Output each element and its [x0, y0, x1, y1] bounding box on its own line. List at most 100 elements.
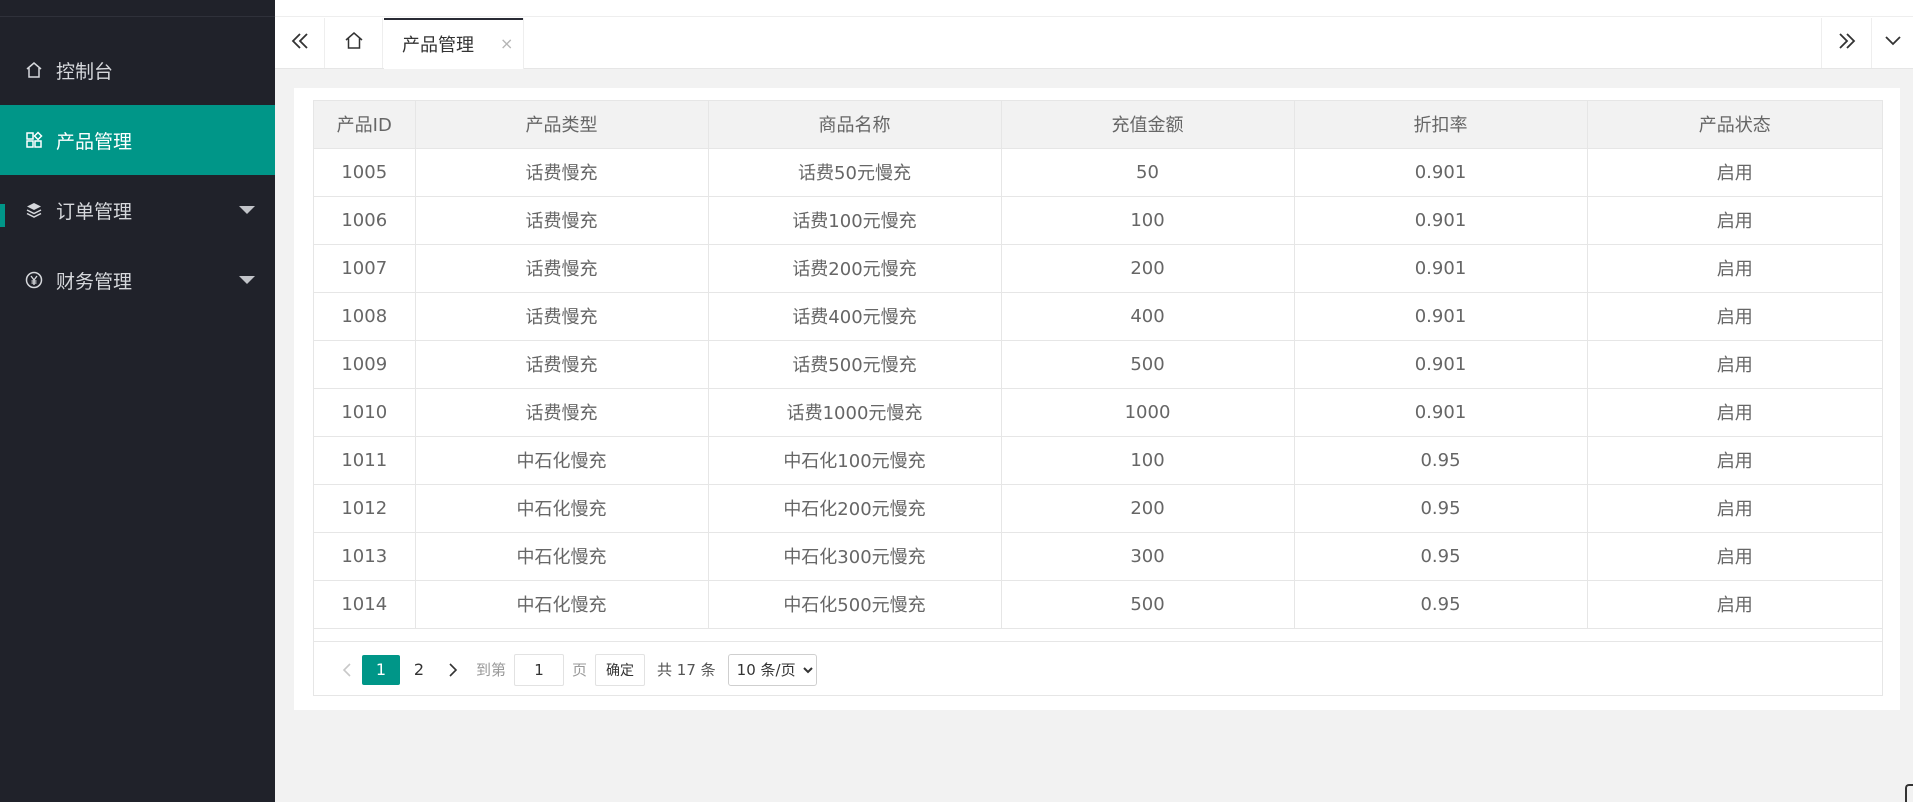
table-cell: 0.95 [1294, 532, 1588, 581]
table-cell: 启用 [1587, 340, 1882, 389]
table-row[interactable]: 1007 话费慢充 话费200元慢充 200 0.901 启用 [314, 244, 1882, 293]
table-cell: 中石化慢充 [415, 580, 709, 629]
goto-confirm-button[interactable]: 确定 [595, 653, 646, 686]
goto-page-input[interactable] [514, 653, 565, 686]
table-cell: 启用 [1587, 244, 1882, 293]
table-cell: 启用 [1587, 532, 1882, 581]
scroll-tabs-left-button[interactable] [275, 18, 325, 68]
table-cell: 0.901 [1294, 148, 1588, 197]
table-cell: 中石化100元慢充 [708, 436, 1002, 485]
chevron-down-icon [1883, 31, 1903, 55]
column-header[interactable]: 产品状态 [1587, 101, 1882, 149]
table-cell: 中石化慢充 [415, 484, 709, 533]
table-row[interactable]: 1009 话费慢充 话费500元慢充 500 0.901 启用 [314, 340, 1882, 389]
column-header[interactable]: 折扣率 [1294, 101, 1588, 149]
sidebar-item-products[interactable]: 产品管理 [0, 105, 275, 175]
table-cell: 话费500元慢充 [708, 340, 1002, 389]
tab-menu-button[interactable] [1871, 18, 1913, 68]
table-cell: 50 [1001, 148, 1295, 197]
page-number[interactable]: 2 [400, 655, 438, 685]
table-cell: 启用 [1587, 388, 1882, 437]
table-cell: 0.95 [1294, 484, 1588, 533]
table-cell: 启用 [1587, 292, 1882, 341]
table-cell: 1009 [314, 340, 416, 389]
table-cell: 0.901 [1294, 292, 1588, 341]
table-cell: 话费400元慢充 [708, 292, 1002, 341]
table-cell: 话费慢充 [415, 292, 709, 341]
table-row[interactable]: 1012 中石化慢充 中石化200元慢充 200 0.95 启用 [314, 484, 1882, 533]
next-page-button[interactable] [438, 655, 468, 685]
table-cell: 启用 [1587, 436, 1882, 485]
layers-icon [22, 198, 46, 222]
table-cell: 1013 [314, 532, 416, 581]
scroll-tabs-right-button[interactable] [1821, 18, 1871, 68]
table-row[interactable]: 1008 话费慢充 话费400元慢充 400 0.901 启用 [314, 292, 1882, 341]
column-header[interactable]: 产品ID [314, 101, 416, 149]
prev-page-button[interactable] [332, 655, 362, 685]
table-cell: 中石化慢充 [415, 532, 709, 581]
page-size-select[interactable]: 10 条/页 [727, 653, 817, 686]
table-cell: 中石化300元慢充 [708, 532, 1002, 581]
goto-prefix-label: 到第 [476, 661, 507, 679]
tab-label: 产品管理 [402, 34, 474, 56]
table-cell: 中石化慢充 [415, 436, 709, 485]
table-cell: 1012 [314, 484, 416, 533]
table-cell: 500 [1001, 580, 1295, 629]
double-chevron-left-icon [290, 31, 310, 55]
table-row[interactable]: 1005 话费慢充 话费50元慢充 50 0.901 启用 [314, 148, 1882, 197]
table-cell: 0.95 [1294, 436, 1588, 485]
table-row[interactable]: 1011 中石化慢充 中石化100元慢充 100 0.95 启用 [314, 436, 1882, 485]
table-cell: 启用 [1587, 580, 1882, 629]
table-cell: 中石化200元慢充 [708, 484, 1002, 533]
tab-bar: 产品管理 × [275, 0, 1913, 69]
table-cell: 400 [1001, 292, 1295, 341]
table-cell: 启用 [1587, 148, 1882, 197]
table-cell: 话费200元慢充 [708, 244, 1002, 293]
table-cell: 300 [1001, 532, 1295, 581]
table-cell: 话费1000元慢充 [708, 388, 1002, 437]
table-cell: 1007 [314, 244, 416, 293]
chevron-down-icon [239, 206, 255, 214]
table-cell: 200 [1001, 244, 1295, 293]
active-marker [0, 204, 5, 227]
resize-handle[interactable] [1905, 784, 1913, 802]
sidebar-item-finance[interactable]: 财务管理 [0, 245, 275, 315]
table-cell: 话费慢充 [415, 340, 709, 389]
table-row[interactable]: 1013 中石化慢充 中石化300元慢充 300 0.95 启用 [314, 532, 1882, 581]
table-cell: 话费50元慢充 [708, 148, 1002, 197]
page-number-current[interactable]: 1 [362, 654, 400, 685]
table-cell: 1014 [314, 580, 416, 629]
table-cell: 0.901 [1294, 388, 1588, 437]
sidebar-item-orders[interactable]: 订单管理 [0, 175, 275, 245]
table-cell: 启用 [1587, 484, 1882, 533]
table-cell: 100 [1001, 196, 1295, 245]
table-row[interactable]: 1010 话费慢充 话费1000元慢充 1000 0.901 启用 [314, 388, 1882, 437]
table-row[interactable]: 1006 话费慢充 话费100元慢充 100 0.901 启用 [314, 196, 1882, 245]
column-header[interactable]: 产品类型 [415, 101, 709, 149]
table-row[interactable]: 1014 中石化慢充 中石化500元慢充 500 0.95 启用 [314, 580, 1882, 629]
column-header[interactable]: 商品名称 [708, 101, 1002, 149]
sidebar-item-label: 产品管理 [56, 130, 133, 153]
double-chevron-right-icon [1837, 31, 1857, 55]
close-icon[interactable]: × [500, 34, 513, 53]
table-header-row: 产品ID 产品类型 商品名称 充值金额 折扣率 产品状态 [314, 101, 1882, 149]
sidebar-top-strip [0, 0, 275, 17]
table-cell: 1011 [314, 436, 416, 485]
table-cell: 0.901 [1294, 196, 1588, 245]
table-cell: 100 [1001, 436, 1295, 485]
table-cell: 话费慢充 [415, 244, 709, 293]
table-cell: 话费慢充 [415, 196, 709, 245]
home-tab[interactable] [325, 18, 383, 68]
table-cell: 0.901 [1294, 244, 1588, 293]
table-cell: 话费慢充 [415, 388, 709, 437]
active-tab-indicator [384, 18, 523, 20]
table-cell: 话费100元慢充 [708, 196, 1002, 245]
sidebar-item-label: 控制台 [56, 60, 114, 83]
sidebar-item-label: 财务管理 [56, 270, 133, 293]
app-grid-icon [22, 128, 46, 152]
table-cell: 中石化500元慢充 [708, 580, 1002, 629]
sidebar-item-dashboard[interactable]: 控制台 [0, 35, 275, 105]
tab-products[interactable]: 产品管理 × [384, 18, 524, 69]
column-header[interactable]: 充值金额 [1001, 101, 1295, 149]
product-table: 产品ID 产品类型 商品名称 充值金额 折扣率 产品状态 1005 话费慢充 话费5… [314, 101, 1882, 629]
